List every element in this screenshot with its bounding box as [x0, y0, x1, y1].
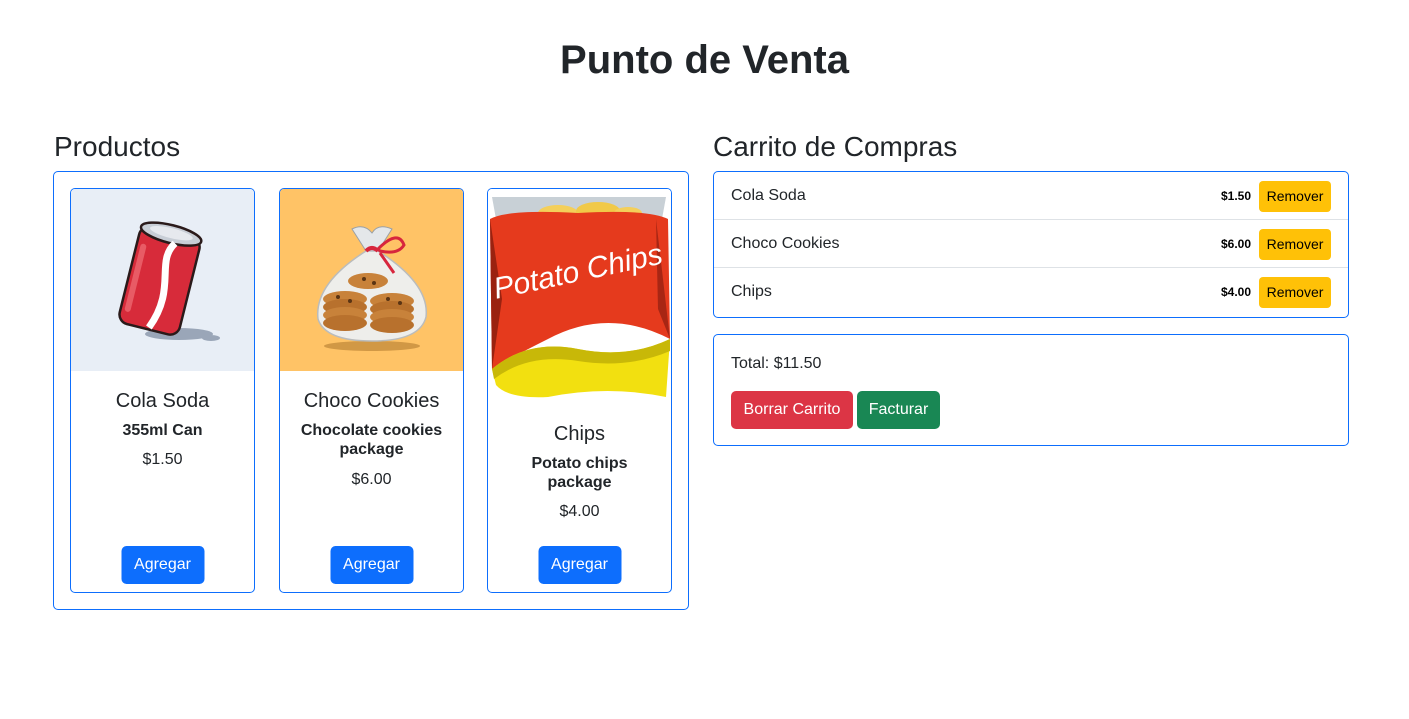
cart-item-price: $6.00: [1220, 237, 1251, 251]
cart-total: Total: $11.50: [731, 355, 822, 372]
cart-item-name: Chips: [731, 283, 772, 300]
product-name: Cola Soda: [115, 390, 210, 412]
cart-item-price: $4.00: [1220, 285, 1251, 299]
soda-can-icon: [71, 189, 254, 371]
cart-list: Cola Soda $1.50 Remover Choco Cookies $6…: [713, 171, 1349, 318]
cart-item: Chips $4.00 Remover: [714, 268, 1348, 316]
cart-item-name: Choco Cookies: [731, 235, 840, 252]
page-title: Punto de Venta: [560, 38, 849, 82]
products-heading: Productos: [54, 131, 181, 162]
product-price: $1.50: [142, 451, 183, 468]
potato-chips-bag-icon: Potato Chips: [488, 189, 671, 407]
remove-item-button[interactable]: Remover: [1259, 181, 1331, 212]
invoice-button[interactable]: Facturar: [857, 391, 940, 429]
product-name: Chips: [553, 423, 606, 445]
cart-summary: Total: $11.50 Borrar Carrito Facturar: [713, 334, 1349, 446]
product-description: Chocolate cookies package: [300, 422, 443, 458]
product-price: $6.00: [351, 471, 392, 488]
cart-item-name: Cola Soda: [731, 187, 806, 204]
add-to-cart-button[interactable]: Agregar: [538, 546, 621, 584]
product-price: $4.00: [559, 503, 600, 520]
clear-cart-button[interactable]: Borrar Carrito: [731, 391, 853, 429]
product-description: Potato chips package: [531, 455, 628, 491]
cart-heading: Carrito de Compras: [713, 131, 958, 162]
product-card-chips: Potato Chips Chips Potato chips package …: [487, 188, 672, 593]
add-to-cart-button[interactable]: Agregar: [121, 546, 204, 584]
cookies-bag-icon: [280, 189, 463, 371]
product-card-cola-soda: Cola Soda 355ml Can $1.50 Agregar: [70, 188, 255, 593]
product-card-choco-cookies: Choco Cookies Chocolate cookies package …: [279, 188, 464, 593]
remove-item-button[interactable]: Remover: [1259, 277, 1331, 308]
cart-item: Choco Cookies $6.00 Remover: [714, 220, 1348, 268]
product-name: Choco Cookies: [303, 390, 440, 412]
cart-item: Cola Soda $1.50 Remover: [714, 172, 1348, 220]
remove-item-button[interactable]: Remover: [1259, 229, 1331, 260]
add-to-cart-button[interactable]: Agregar: [330, 546, 413, 584]
product-description: 355ml Can: [122, 422, 203, 439]
cart-item-price: $1.50: [1220, 189, 1251, 203]
